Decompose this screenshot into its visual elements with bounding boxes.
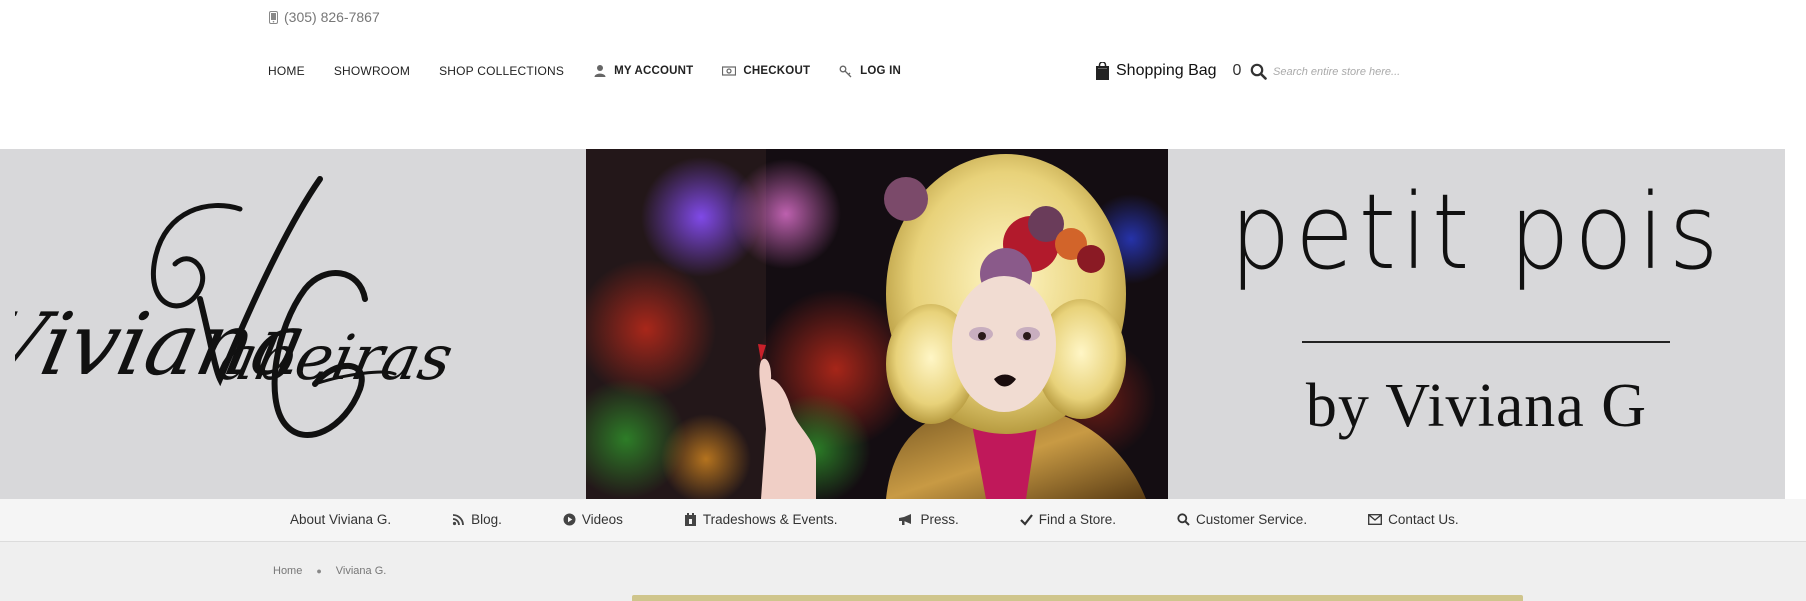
subnav-tradeshows-label: Tradeshows & Events. bbox=[702, 512, 838, 527]
search-box bbox=[1250, 63, 1435, 80]
subnav-about-label: About Viviana G. bbox=[290, 512, 392, 527]
petit-pois-brand: petit pois by Viviana G bbox=[1168, 149, 1785, 499]
subnav-press-label: Press. bbox=[920, 512, 959, 527]
hero-banner: Viviana abeiras petit pois by Viviana G bbox=[0, 149, 1785, 499]
shopping-bag-label: Shopping Bag bbox=[1116, 62, 1217, 79]
subnav-contact-label: Contact Us. bbox=[1388, 512, 1459, 527]
subnav-blog[interactable]: Blog. bbox=[452, 512, 502, 527]
phone-text: (305) 826-7867 bbox=[284, 9, 380, 25]
subnav-customer-service[interactable]: Customer Service. bbox=[1177, 512, 1307, 527]
key-icon bbox=[839, 65, 852, 78]
nav-showroom-label: SHOWROOM bbox=[333, 64, 411, 78]
nav-log-in-label: LOG IN bbox=[860, 65, 901, 77]
subnav-find-store-label: Find a Store. bbox=[1038, 512, 1117, 527]
envelope-icon bbox=[1368, 514, 1383, 525]
brand-subtitle: by Viviana G bbox=[1305, 372, 1648, 440]
subnav-tradeshows[interactable]: Tradeshows & Events. bbox=[684, 512, 838, 527]
subnav-contact[interactable]: Contact Us. bbox=[1368, 512, 1459, 527]
search-icon bbox=[1177, 513, 1190, 526]
breadcrumb-separator: ● bbox=[316, 566, 322, 576]
nav-shop-collections-label: SHOP COLLECTIONS bbox=[439, 64, 565, 78]
brand-divider bbox=[1302, 341, 1670, 343]
subnav-videos[interactable]: Videos bbox=[563, 512, 623, 527]
secondary-nav: About Viviana G. Blog. Videos Tradeshows… bbox=[0, 499, 1806, 542]
subnav-find-store[interactable]: Find a Store. bbox=[1019, 512, 1117, 527]
svg-text:abeiras: abeiras bbox=[212, 322, 459, 394]
user-icon bbox=[594, 65, 606, 77]
checkmark-icon bbox=[1019, 514, 1033, 526]
shopping-bag[interactable]: Shopping Bag 0 bbox=[1095, 62, 1241, 80]
main-content: Home ● Viviana G. bbox=[0, 542, 1806, 601]
breadcrumb-home[interactable]: Home bbox=[273, 565, 302, 577]
subnav-blog-label: Blog. bbox=[471, 512, 502, 527]
money-icon bbox=[722, 66, 737, 76]
subnav-press[interactable]: Press. bbox=[898, 512, 959, 527]
shopping-bag-count: 0 bbox=[1232, 62, 1242, 79]
search-input[interactable] bbox=[1271, 64, 1435, 79]
search-icon[interactable] bbox=[1250, 63, 1267, 80]
top-nav: HOME SHOWROOM SHOP COLLECTIONS MY ACCOUN… bbox=[268, 64, 930, 78]
phone-number: (305) 826-7867 bbox=[269, 9, 380, 25]
brand-title: petit pois bbox=[1229, 171, 1724, 293]
model-portrait-image bbox=[586, 149, 1168, 499]
shopping-bag-icon bbox=[1096, 62, 1109, 80]
nav-home-label: HOME bbox=[268, 64, 305, 78]
subnav-customer-service-label: Customer Service. bbox=[1196, 512, 1308, 527]
rss-icon bbox=[452, 514, 464, 526]
nav-my-account-label: MY ACCOUNT bbox=[614, 65, 694, 77]
nav-log-in[interactable]: LOG IN bbox=[839, 64, 901, 78]
breadcrumb: Home ● Viviana G. bbox=[273, 565, 386, 577]
mobile-phone-icon bbox=[269, 10, 278, 24]
breadcrumb-current: Viviana G. bbox=[335, 565, 387, 577]
subnav-about[interactable]: About Viviana G. bbox=[290, 512, 391, 527]
megaphone-icon bbox=[899, 514, 912, 525]
nav-shop-collections[interactable]: SHOP COLLECTIONS bbox=[439, 64, 564, 78]
subnav-videos-label: Videos bbox=[581, 512, 623, 527]
calendar-icon bbox=[684, 513, 696, 526]
nav-home[interactable]: HOME bbox=[268, 64, 305, 78]
content-header-bar bbox=[632, 595, 1523, 601]
hero-photo bbox=[586, 149, 1168, 499]
play-circle-icon bbox=[563, 513, 576, 526]
nav-checkout-label: CHECKOUT bbox=[743, 65, 811, 77]
viviana-gabeiras-logo[interactable]: Viviana abeiras bbox=[15, 169, 525, 479]
nav-checkout[interactable]: CHECKOUT bbox=[722, 64, 810, 78]
nav-my-account[interactable]: MY ACCOUNT bbox=[593, 64, 693, 78]
nav-showroom[interactable]: SHOWROOM bbox=[334, 64, 410, 78]
